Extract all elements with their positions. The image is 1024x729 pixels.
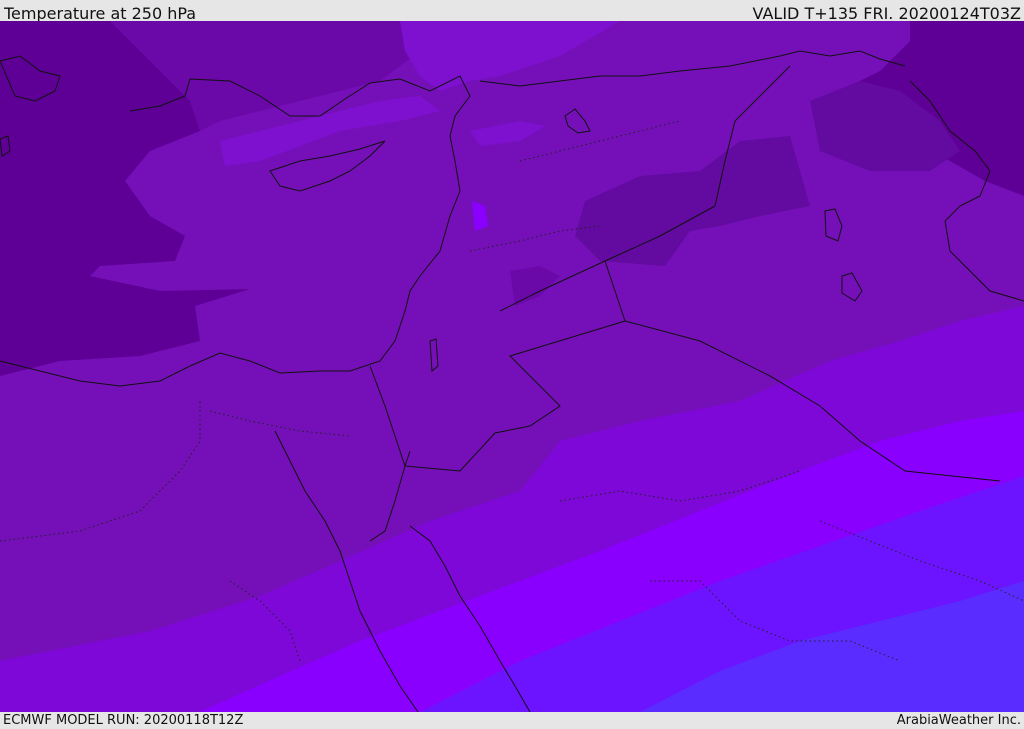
credit-label: ArabiaWeather Inc.: [896, 713, 1021, 728]
model-run-label: ECMWF MODEL RUN: 20200118T12Z: [3, 713, 244, 728]
header-bar: Temperature at 250 hPa VALID T+135 FRI. …: [0, 0, 1024, 23]
temperature-map: [0, 21, 1024, 712]
footer-bar: ECMWF MODEL RUN: 20200118T12Z ArabiaWeat…: [0, 712, 1024, 729]
map-canvas[interactable]: [0, 21, 1024, 712]
